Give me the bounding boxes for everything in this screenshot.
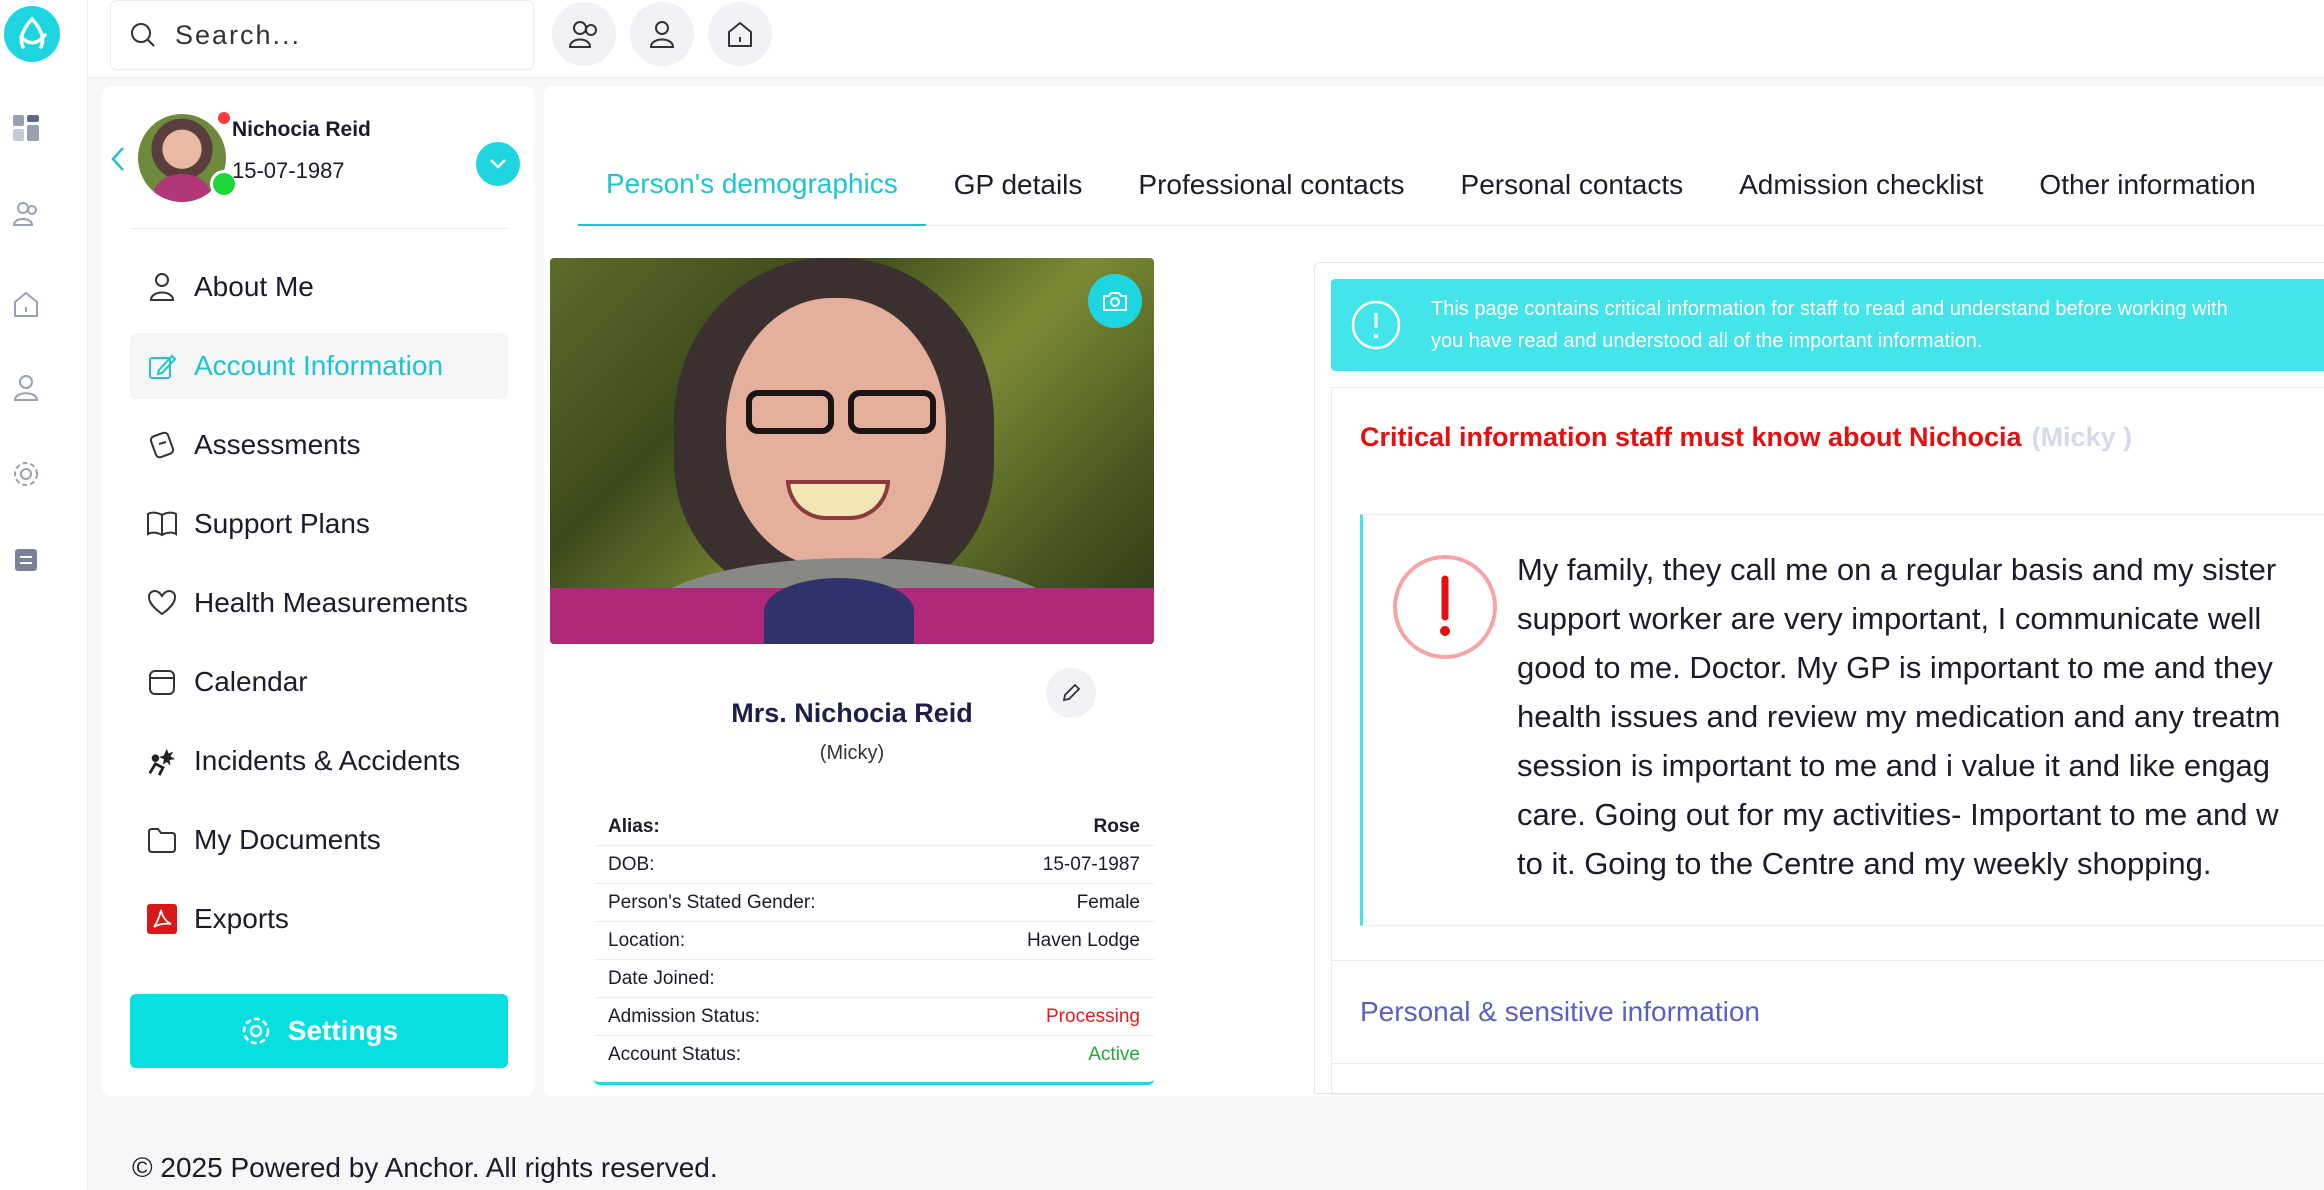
- sidebar: Nichocia Reid 15-07-1987 About Me Accoun…: [102, 86, 534, 1096]
- tab-professional-contacts[interactable]: Professional contacts: [1110, 144, 1432, 226]
- user-icon[interactable]: [630, 2, 694, 66]
- person-full-name: Mrs. Nichocia Reid: [731, 698, 973, 728]
- detail-row: DOB: 15-07-1987: [594, 846, 1154, 884]
- alert-line: you have read and understood all of the …: [1431, 330, 1983, 352]
- sidebar-item-support-plans[interactable]: Support Plans: [130, 491, 508, 557]
- assessment-icon: [146, 429, 178, 461]
- book-icon: [146, 508, 178, 540]
- settings-label: Settings: [287, 1015, 399, 1046]
- archive-icon[interactable]: [8, 542, 44, 578]
- tab-other-information[interactable]: Other information: [2011, 144, 2283, 226]
- user-icon[interactable]: [8, 370, 44, 406]
- edit-icon: [146, 350, 178, 382]
- sidebar-item-label: About Me: [194, 271, 314, 302]
- person-details-table: Alias: Rose DOB: 15-07-1987 Person's State…: [594, 808, 1154, 1085]
- detail-row: Admission Status: Processing: [594, 998, 1154, 1036]
- users-icon[interactable]: [8, 196, 44, 232]
- critical-title: Critical information staff must know abo…: [1360, 422, 2133, 452]
- profile-summary: Nichocia Reid 15-07-1987: [102, 86, 534, 228]
- profile-dob: 15-07-1987: [232, 158, 345, 183]
- sidebar-item-label: Assessments: [194, 429, 361, 460]
- top-bar: [88, 0, 2324, 78]
- sidebar-item-exports[interactable]: Exports: [130, 886, 508, 952]
- sidebar-item-health-measurements[interactable]: Health Measurements: [130, 570, 508, 636]
- anchor-logo-icon[interactable]: [4, 6, 60, 62]
- sidebar-menu: About Me Account Information Assessments…: [130, 254, 508, 965]
- tab-admission-checklist[interactable]: Admission checklist: [1711, 144, 2011, 226]
- detail-row: Alias: Rose: [594, 808, 1154, 846]
- heart-icon: [146, 587, 178, 619]
- tab-bar: Person's demographics GP details Profess…: [578, 144, 2324, 226]
- sidebar-item-incidents-accidents[interactable]: Incidents & Accidents: [130, 728, 508, 794]
- home-icon[interactable]: [8, 286, 44, 322]
- search-box[interactable]: [110, 0, 534, 70]
- status-badge: Active: [1088, 1044, 1140, 1065]
- sidebar-item-label: Support Plans: [194, 508, 370, 539]
- sidebar-item-label: Exports: [194, 903, 289, 934]
- footer-text: © 2025 Powered by Anchor. All rights res…: [132, 1152, 718, 1183]
- sidebar-item-account-information[interactable]: Account Information: [130, 333, 508, 399]
- info-icon: [1351, 300, 1401, 350]
- tab-gp-details[interactable]: GP details: [926, 144, 1111, 226]
- sidebar-item-my-documents[interactable]: My Documents: [130, 807, 508, 873]
- settings-button[interactable]: Settings: [130, 994, 508, 1068]
- profile-photo: [550, 258, 1154, 644]
- alert-banner: This page contains critical information …: [1331, 279, 2324, 371]
- profile-name: Nichocia Reid: [232, 118, 371, 141]
- user-icon: [146, 271, 178, 303]
- sidebar-item-calendar[interactable]: Calendar: [130, 649, 508, 715]
- critical-text: My family, they call me on a regular bas…: [1517, 552, 2281, 881]
- users-icon[interactable]: [552, 2, 616, 66]
- tab-personal-contacts[interactable]: Personal contacts: [1433, 144, 1712, 226]
- pdf-icon: [146, 903, 178, 935]
- critical-note: My family, they call me on a regular bas…: [1360, 514, 2324, 926]
- sidebar-item-label: Account Information: [194, 350, 444, 381]
- sidebar-item-assessments[interactable]: Assessments: [130, 412, 508, 478]
- detail-row: Date Joined:: [594, 960, 1154, 998]
- notification-dot: [218, 112, 230, 124]
- dashboard-icon[interactable]: [8, 110, 44, 146]
- divider: [130, 228, 508, 229]
- sidebar-item-about-me[interactable]: About Me: [130, 254, 508, 320]
- sidebar-item-label: Calendar: [194, 666, 308, 697]
- critical-card: Critical information staff must know abo…: [1331, 387, 2324, 1095]
- search-input[interactable]: [175, 19, 495, 51]
- folder-icon: [146, 824, 178, 856]
- sidebar-item-label: Incidents & Accidents: [194, 745, 461, 776]
- detail-row: Person's Stated Gender: Female: [594, 884, 1154, 922]
- camera-icon[interactable]: [1088, 274, 1142, 328]
- personal-sensitive-info-link[interactable]: Personal & sensitive information: [1332, 960, 2324, 1064]
- detail-row: Account Status: Active: [608, 1044, 1140, 1065]
- detail-row: Location: Haven Lodge: [594, 922, 1154, 960]
- tab-persons-demographics[interactable]: Person's demographics: [578, 144, 926, 226]
- main-panel: Person's demographics GP details Profess…: [544, 86, 2324, 1096]
- chevron-left-icon[interactable]: [108, 144, 128, 174]
- person-nickname: (Micky): [819, 742, 885, 764]
- icon-rail: [0, 0, 88, 1190]
- gear-icon: [242, 1017, 270, 1045]
- search-icon: [131, 23, 155, 47]
- sidebar-item-label: My Documents: [194, 824, 381, 855]
- incident-icon: [146, 745, 178, 777]
- calendar-icon: [146, 666, 178, 698]
- status-badge: Processing: [1046, 1005, 1140, 1027]
- home-icon[interactable]: [708, 2, 772, 66]
- sidebar-item-label: Health Measurements: [194, 587, 468, 618]
- gear-icon[interactable]: [8, 456, 44, 492]
- critical-info-panel: This page contains critical information …: [1314, 262, 2324, 1095]
- alert-line: This page contains critical information …: [1431, 298, 2228, 320]
- chevron-down-icon[interactable]: [476, 142, 520, 186]
- exclamation-icon: [1393, 555, 1497, 659]
